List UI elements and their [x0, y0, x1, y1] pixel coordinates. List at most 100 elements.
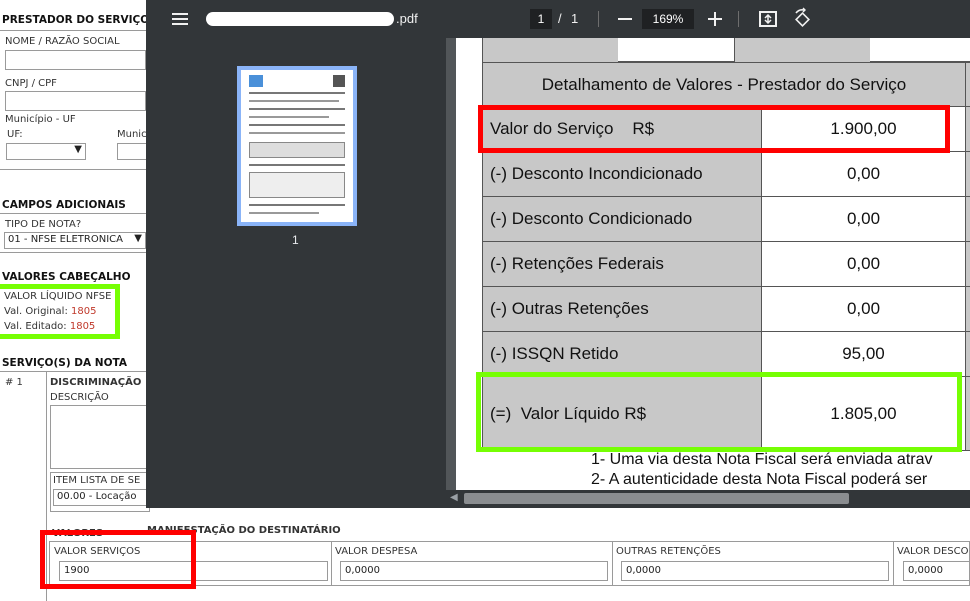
nome-input[interactable]	[5, 50, 146, 70]
footnote-2: 2- A autenticidade desta Nota Fiscal pod…	[591, 471, 928, 488]
table-edge-cell	[965, 63, 970, 107]
tipo-nota-label: TIPO DE NOTA?	[5, 219, 82, 230]
chevron-down-icon: ▼	[74, 144, 82, 155]
row-label: (-) ISSQN Retido	[490, 344, 619, 363]
scroll-left-icon[interactable]: ◀	[450, 492, 458, 503]
table-edge-cell	[965, 107, 970, 151]
table-header-row: Detalhamento de Valores - Prestador do S…	[482, 62, 970, 107]
thumbnail-qr	[333, 75, 345, 87]
thumbnail-line	[249, 92, 345, 94]
servicos-section-title: SERVIÇO(S) DA NOTA	[2, 357, 127, 369]
pdf-viewer: .pdf 1 / 1 169% 1 Detalhamento de Valore…	[146, 0, 970, 508]
thumbnail-image	[241, 70, 353, 222]
page-number-input[interactable]: 1	[530, 9, 552, 29]
descricao-textarea[interactable]	[50, 405, 150, 469]
row-label: (-) Desconto Incondicionado	[490, 164, 703, 183]
row-label: (-) Outras Retenções	[490, 299, 649, 318]
valor-desconto-label: VALOR DESCO	[897, 546, 969, 557]
thumbnail-line	[249, 116, 329, 118]
tipo-nota-select[interactable]: 01 - NFSE ELETRONICA ▼	[4, 232, 146, 249]
file-extension: .pdf	[396, 11, 418, 26]
horizontal-scrollbar[interactable]: ◀	[446, 490, 970, 508]
row-label: (-) Desconto Condicionado	[490, 209, 693, 228]
row-value: 0,00	[761, 287, 965, 331]
table-row: (-) Desconto Condicionado 0,00	[482, 196, 970, 241]
thumbnail-block	[249, 172, 345, 198]
municipio-short-label: Munic	[117, 129, 147, 140]
discriminacao-label: DISCRIMINAÇÃO	[50, 377, 142, 388]
highlight-valor-liquido-pdf	[476, 372, 962, 452]
valores-cabecalho-title: VALORES CABEÇALHO	[2, 271, 131, 283]
table-edge-cell	[965, 332, 970, 376]
cnpj-input[interactable]	[5, 91, 146, 111]
row-value: 0,00	[761, 197, 965, 241]
valor-desconto-input[interactable]: 0,0000	[903, 561, 970, 581]
tipo-nota-value: 01 - NFSE ELETRONICA	[8, 234, 123, 245]
item-lista-select[interactable]: 00.00 - Locação	[53, 489, 150, 506]
scrollbar-thumb[interactable]	[464, 493, 849, 504]
thumbnail-line	[249, 164, 345, 166]
valor-despesa-label: VALOR DESPESA	[335, 546, 418, 557]
descricao-label: DESCRIÇÃO	[50, 392, 109, 403]
footnote-1: 1- Uma via desta Nota Fiscal será enviad…	[591, 451, 933, 468]
minus-icon[interactable]	[616, 0, 634, 38]
table-edge-cell	[965, 152, 970, 196]
row-label: (-) Retenções Federais	[490, 254, 664, 273]
toolbar-divider	[738, 11, 739, 27]
uf-label: UF:	[7, 129, 23, 140]
thumbnail-line	[249, 132, 345, 134]
table-edge-cell	[965, 287, 970, 331]
valor-despesa-input[interactable]: 0,0000	[340, 561, 608, 581]
table-edge-cell	[965, 197, 970, 241]
row-value: 0,00	[761, 242, 965, 286]
item-number: # 1	[5, 377, 23, 388]
prestador-section-title: PRESTADOR DO SERVIÇO	[2, 14, 150, 26]
divider	[0, 371, 150, 372]
prev-table-remnant	[482, 38, 970, 62]
outras-retencoes-label: OUTRAS RETENÇÕES	[616, 546, 721, 557]
thumbnail-page-number: 1	[292, 233, 299, 247]
divider	[893, 541, 894, 586]
remnant-cell	[482, 38, 618, 62]
outras-retencoes-input[interactable]: 0,0000	[621, 561, 889, 581]
filename-redacted	[206, 12, 394, 26]
document-area: Detalhamento de Valores - Prestador do S…	[446, 38, 970, 490]
thumbnail-logo	[249, 75, 263, 87]
zoom-level[interactable]: 169%	[642, 9, 694, 29]
table-edge-cell	[965, 242, 970, 286]
plus-icon[interactable]	[706, 0, 724, 38]
municipio-label: Município - UF	[5, 114, 76, 125]
item-lista-label: ITEM LISTA DE SE	[53, 475, 141, 486]
page-total: 1	[571, 11, 579, 26]
table-row: (-) ISSQN Retido 95,00	[482, 331, 970, 376]
divider	[331, 541, 332, 586]
table-edge-cell	[965, 377, 970, 450]
thumbnail-line	[249, 204, 345, 206]
row-value: 95,00	[761, 332, 965, 376]
thumbnail-block	[249, 142, 345, 158]
row-value: 0,00	[761, 152, 965, 196]
thumbnail-line	[249, 108, 345, 110]
pdf-toolbar: .pdf 1 / 1 169%	[146, 0, 970, 38]
fit-page-icon[interactable]	[758, 0, 778, 38]
remnant-cell	[734, 38, 870, 62]
rotate-icon[interactable]	[792, 0, 812, 38]
toolbar-divider	[598, 11, 599, 27]
campos-section-title: CAMPOS ADICIONAIS	[2, 199, 126, 211]
table-row: (-) Desconto Incondicionado 0,00	[482, 151, 970, 196]
thumbnail-line	[249, 100, 339, 102]
table-title: Detalhamento de Valores - Prestador do S…	[541, 75, 907, 94]
highlight-valor-servicos	[40, 530, 196, 589]
menu-icon[interactable]	[172, 12, 188, 26]
chevron-down-icon: ▼	[134, 233, 142, 244]
divider	[612, 541, 613, 586]
highlight-valor-liquido	[0, 284, 120, 339]
highlight-valor-servico	[478, 105, 950, 153]
cnpj-label: CNPJ / CPF	[5, 78, 57, 89]
table-row: (-) Retenções Federais 0,00	[482, 241, 970, 286]
uf-select[interactable]: ▼	[6, 143, 86, 160]
thumbnail-sidebar: 1	[146, 38, 446, 508]
page-thumbnail[interactable]	[237, 66, 357, 226]
table-row: (-) Outras Retenções 0,00	[482, 286, 970, 331]
item-lista-value: 00.00 - Locação	[57, 491, 137, 502]
